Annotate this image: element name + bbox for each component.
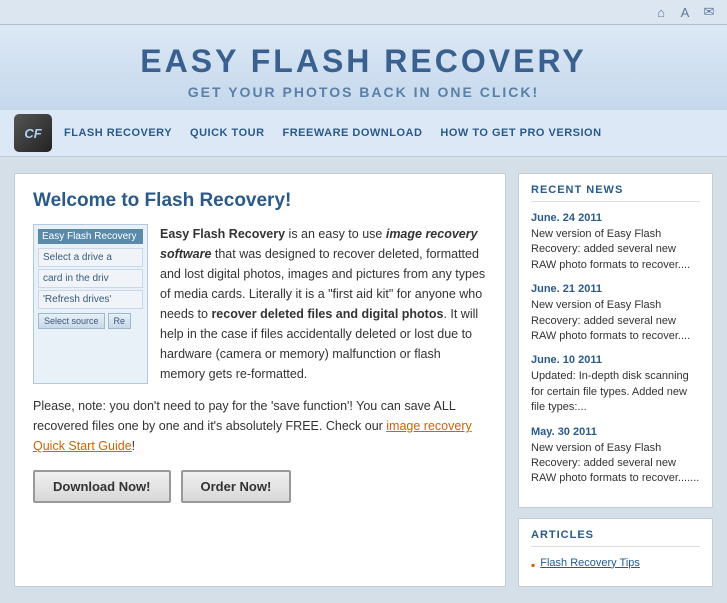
tagline: GET YOUR PHOTOS BACK IN ONE CLICK! (20, 84, 707, 100)
articles-list: Flash Recovery Tips (531, 557, 700, 572)
download-button[interactable]: Download Now! (33, 470, 171, 503)
intro-bold2: recover deleted files and digital photos (211, 307, 443, 321)
button-row: Download Now! Order Now! (33, 470, 487, 503)
note-prefix: Please, note (33, 399, 103, 413)
logo: CF (14, 114, 52, 152)
nav-area: CF FLASH RECOVERY QUICK TOUR FREEWARE DO… (0, 110, 727, 157)
welcome-title: Welcome to Flash Recovery! (33, 190, 487, 212)
page-title: EASY FLASH RECOVERY (20, 43, 707, 80)
news-date-3: May. 30 2011 (531, 426, 700, 438)
note-text1: : you don't need to pay for the (103, 399, 271, 413)
logo-text: CF (24, 126, 41, 141)
sidebar: RECENT NEWS June. 24 2011 New version of… (518, 173, 713, 587)
news-date-2: June. 10 2011 (531, 354, 700, 366)
nav-freeware-download[interactable]: FREEWARE DOWNLOAD (283, 127, 423, 139)
note-section: Please, note: you don't need to pay for … (33, 396, 487, 456)
nav-pro-version[interactable]: HOW TO GET PRO VERSION (440, 127, 601, 139)
news-item-0: June. 24 2011 New version of Easy Flash … (531, 212, 700, 273)
nav-quick-tour[interactable]: QUICK TOUR (190, 127, 264, 139)
news-item-2: June. 10 2011 Updated: In-depth disk sca… (531, 354, 700, 415)
ss-row3: 'Refresh drives' (38, 290, 143, 309)
product-description: Easy Flash Recovery is an easy to use im… (160, 224, 487, 384)
articles-box: ARTICLES Flash Recovery Tips (518, 518, 713, 587)
recent-news-box: RECENT NEWS June. 24 2011 New version of… (518, 173, 713, 508)
recent-news-title: RECENT NEWS (531, 184, 700, 202)
news-text-3: New version of Easy Flash Recovery: adde… (531, 441, 700, 487)
ss-select-btn[interactable]: Select source (38, 313, 105, 329)
news-text-0: New version of Easy Flash Recovery: adde… (531, 227, 700, 273)
note-text4: . Check our (319, 419, 386, 433)
product-block: Easy Flash Recovery Select a drive a car… (33, 224, 487, 384)
brand-name: Easy Flash Recovery (160, 227, 285, 241)
home-icon[interactable]: ⌂ (653, 4, 669, 20)
nav-links: FLASH RECOVERY QUICK TOUR FREEWARE DOWNL… (64, 127, 602, 139)
note-bold1: 'save function' (271, 399, 349, 413)
order-button[interactable]: Order Now! (181, 470, 292, 503)
news-text-1: New version of Easy Flash Recovery: adde… (531, 298, 700, 344)
ss-row1: Select a drive a (38, 248, 143, 267)
product-screenshot: Easy Flash Recovery Select a drive a car… (33, 224, 148, 384)
article-link-0[interactable]: Flash Recovery Tips (540, 557, 640, 569)
note-text5: ! (132, 439, 135, 453)
ss-app-title: Easy Flash Recovery (38, 229, 143, 244)
ss-re-btn[interactable]: Re (108, 313, 132, 329)
email-icon[interactable]: ✉ (701, 4, 717, 20)
note-bold3: FREE (286, 419, 319, 433)
note-text3: recovered files one by one and it's abso… (33, 419, 286, 433)
news-item-3: May. 30 2011 New version of Easy Flash R… (531, 426, 700, 487)
font-icon[interactable]: A (677, 4, 693, 20)
news-date-1: June. 21 2011 (531, 283, 700, 295)
article-item-0: Flash Recovery Tips (531, 557, 700, 572)
note-bold2: ALL (434, 399, 456, 413)
nav-flash-recovery[interactable]: FLASH RECOVERY (64, 127, 172, 139)
top-bar: ⌂ A ✉ (0, 0, 727, 25)
main-layout: Welcome to Flash Recovery! Easy Flash Re… (0, 157, 727, 603)
ss-btn-row: Select source Re (38, 313, 143, 329)
content-area: Welcome to Flash Recovery! Easy Flash Re… (14, 173, 506, 587)
intro-text1: is an easy to use (285, 227, 386, 241)
news-date-0: June. 24 2011 (531, 212, 700, 224)
news-item-1: June. 21 2011 New version of Easy Flash … (531, 283, 700, 344)
note-text2: ! You can save (349, 399, 433, 413)
news-text-2: Updated: In-depth disk scanning for cert… (531, 369, 700, 415)
header: EASY FLASH RECOVERY GET YOUR PHOTOS BACK… (0, 25, 727, 110)
ss-row2: card in the driv (38, 269, 143, 288)
articles-title: ARTICLES (531, 529, 700, 547)
